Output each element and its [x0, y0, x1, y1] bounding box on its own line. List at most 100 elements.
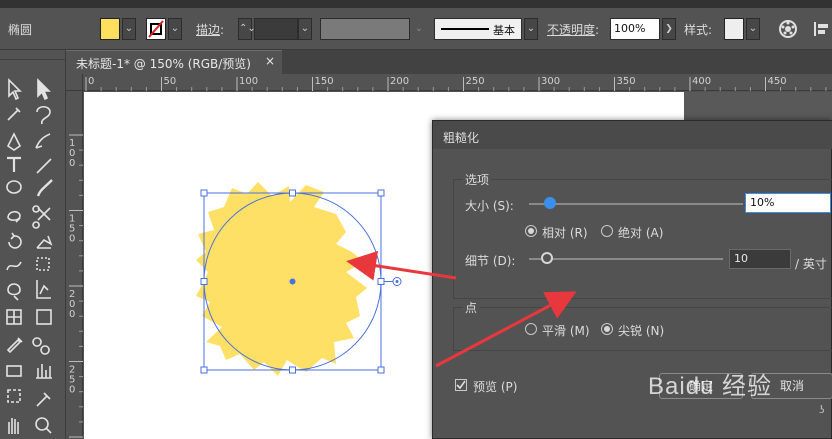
smooth-radio[interactable]: [525, 323, 537, 335]
column-graph-tool-icon: [36, 364, 52, 379]
h-ruler-label: 50: [164, 76, 177, 87]
h-ruler-label: 100: [239, 76, 258, 87]
blend-tool-icon: [32, 337, 50, 355]
resize-grip-icon[interactable]: ʖ: [819, 403, 825, 416]
h-ruler-label: 200: [390, 76, 409, 87]
roughened-ellipse[interactable]: [196, 182, 367, 376]
document-tab-title: 未标题-1* @ 150% (RGB/预览): [76, 57, 251, 71]
close-icon[interactable]: ×: [265, 54, 275, 68]
style-label: 样式:: [684, 23, 713, 37]
rotate-tool-icon: [8, 232, 22, 249]
no-stroke-icon: [148, 20, 164, 38]
stroke-weight-stepper[interactable]: ⌃⌄: [238, 18, 256, 40]
width-tool-icon: [6, 261, 22, 271]
direct-selection-tool[interactable]: [32, 76, 58, 100]
gradient-tool-icon: [36, 309, 52, 325]
document-tab-bar: 未标题-1* @ 150% (RGB/预览) ×: [66, 50, 832, 74]
brush-stroke-preview: [441, 28, 489, 30]
brush-dropdown[interactable]: ⌄: [524, 18, 538, 40]
variable-width-dropdown[interactable]: ⌄: [412, 18, 426, 40]
graphic-style-dropdown[interactable]: ⌄: [746, 18, 760, 40]
watermark-logo: Baidu 经验: [648, 373, 773, 400]
align-panel-icon[interactable]: [812, 18, 832, 40]
paintbrush-tool[interactable]: [32, 178, 58, 202]
dialog-title: 粗糙化: [443, 131, 480, 145]
stroke-swatch[interactable]: [146, 18, 166, 40]
corner-radio[interactable]: [601, 323, 613, 335]
tool-name-label: 椭圆: [8, 23, 33, 37]
horizontal-ruler-ticks: 0501001502002503003504004505005506006507…: [85, 76, 827, 91]
brush-style-label: 基本: [493, 24, 515, 37]
ellipse-tool[interactable]: [2, 178, 28, 202]
eyedropper-tool-icon: [6, 337, 23, 354]
slice-tool-icon: [36, 392, 51, 407]
opacity-value: 100%: [614, 22, 646, 35]
absolute-label: 绝对 (A): [618, 226, 664, 240]
curvature-tool-icon: [35, 133, 51, 149]
control-bar: 椭圆 ⌄ ⌄ 描边: ⌃⌄ ⌄ ⌄ 基本 ⌄ 不透明度: 100% ❯ 样式: …: [0, 8, 832, 50]
variable-width-profile[interactable]: [320, 18, 410, 40]
h-ruler-label: 350: [617, 76, 636, 87]
hand-tool-icon: [8, 418, 19, 434]
horizontal-ruler[interactable]: 0501001502002503003504004505005506006507…: [83, 74, 832, 91]
vertical-ruler-ticks: 1001502002503: [69, 134, 83, 438]
tools-icons-layer: [6, 78, 53, 434]
perspective-grid-tool-icon: [36, 280, 51, 299]
size-slider-thumb[interactable]: [544, 197, 556, 209]
vertical-ruler[interactable]: 1001502002503: [66, 91, 83, 439]
recolor-artwork-icon[interactable]: [778, 18, 798, 40]
ruler-origin[interactable]: [66, 74, 83, 91]
document-tab[interactable]: 未标题-1* @ 150% (RGB/预览) ×: [66, 50, 282, 74]
h-ruler-label: 450: [768, 76, 787, 87]
smooth-label: 平滑 (M): [542, 324, 590, 338]
v-ruler-label: 0: [69, 385, 75, 396]
pen-tool-icon: [6, 132, 22, 151]
fill-swatch[interactable]: [100, 18, 120, 40]
opacity-field[interactable]: 100%: [610, 18, 660, 40]
relative-radio[interactable]: [525, 225, 537, 237]
corner-label: 尖锐 (N): [618, 324, 665, 338]
options-group-label: 选项: [463, 171, 492, 188]
v-ruler-label: 0: [69, 158, 75, 169]
scissors-tool-icon: [32, 205, 51, 229]
symbol-sprayer-tool-icon: [6, 365, 22, 377]
selection-tool[interactable]: [2, 76, 28, 100]
pie-widget-dot: [395, 280, 399, 283]
lasso-tool-icon: [36, 105, 51, 125]
scale-tool-icon: [36, 235, 53, 249]
detail-slider-thumb[interactable]: [541, 252, 553, 264]
center-point: [289, 278, 296, 285]
type-tool-icon: [7, 156, 21, 172]
stroke-weight-field[interactable]: [254, 18, 298, 40]
fill-dropdown[interactable]: ⌄: [122, 18, 136, 40]
h-ruler-label: 150: [315, 76, 334, 87]
h-ruler-label: 0: [88, 76, 94, 87]
magic-wand-tool-icon: [7, 107, 21, 121]
brush-definition-field[interactable]: 基本: [434, 18, 522, 40]
size-label: 大小 (S):: [465, 199, 514, 213]
menu-bar: [0, 0, 832, 8]
size-slider-track[interactable]: [529, 203, 743, 205]
relative-label: 相对 (R): [542, 226, 588, 240]
stroke-dropdown[interactable]: ⌄: [168, 18, 182, 40]
detail-input[interactable]: 10: [729, 249, 791, 269]
size-input[interactable]: 10%: [745, 193, 831, 213]
line-segment-tool-icon: [36, 158, 52, 174]
stroke-weight-dropdown[interactable]: ⌄: [298, 18, 312, 40]
preview-checkbox[interactable]: [455, 379, 467, 391]
shaper-tool-icon: [7, 210, 21, 223]
graphic-style-swatch[interactable]: [724, 18, 744, 40]
opacity-dropdown[interactable]: ❯: [662, 18, 676, 40]
detail-label: 细节 (D):: [465, 254, 516, 268]
preview-label: 预览 (P): [473, 380, 518, 394]
artboard-tool-icon: [7, 389, 21, 403]
absolute-radio[interactable]: [601, 225, 613, 237]
detail-unit: / 英寸: [795, 257, 827, 271]
shape-builder-tool-icon: [7, 283, 21, 301]
h-ruler-label: 250: [466, 76, 485, 87]
free-transform-tool-icon: [36, 257, 50, 271]
tools-panel: [0, 50, 66, 439]
detail-slider-track[interactable]: [529, 258, 723, 260]
dialog-title-bar[interactable]: 粗糙化: [433, 121, 832, 149]
points-group-label: 点: [463, 299, 480, 316]
